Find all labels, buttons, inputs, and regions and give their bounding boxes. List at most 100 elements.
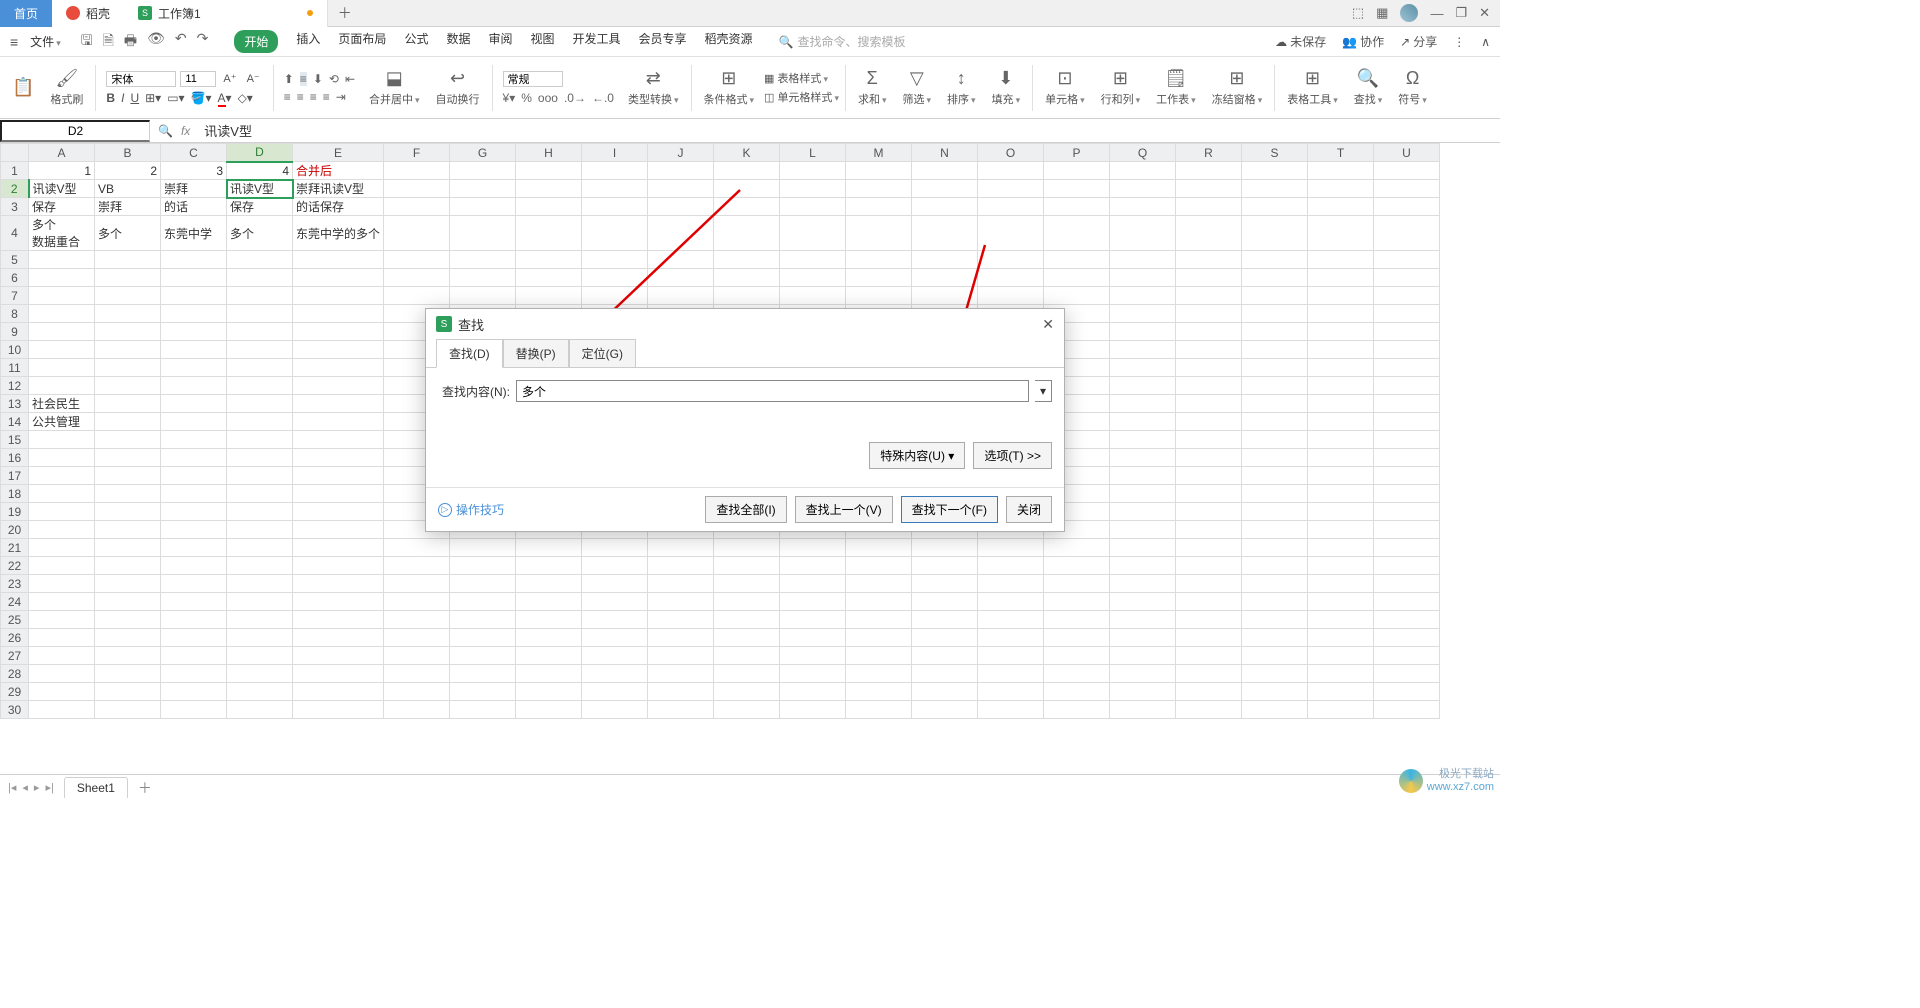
- cell-G22[interactable]: [450, 557, 516, 575]
- cell-F2[interactable]: [384, 180, 450, 198]
- increase-font-button[interactable]: A⁺: [220, 71, 239, 86]
- cell-D12[interactable]: [227, 377, 293, 395]
- cell-S12[interactable]: [1242, 377, 1308, 395]
- cell-D17[interactable]: [227, 467, 293, 485]
- cell-A24[interactable]: [29, 593, 95, 611]
- cell-O25[interactable]: [978, 611, 1044, 629]
- cell-Q27[interactable]: [1110, 647, 1176, 665]
- cell-Q17[interactable]: [1110, 467, 1176, 485]
- cell-I4[interactable]: [582, 216, 648, 251]
- cell-A30[interactable]: [29, 701, 95, 719]
- apps-icon[interactable]: ▦: [1376, 5, 1388, 21]
- cell-G24[interactable]: [450, 593, 516, 611]
- cell-A29[interactable]: [29, 683, 95, 701]
- fill-color-button[interactable]: 🪣▾: [191, 91, 212, 105]
- cell-B10[interactable]: [95, 341, 161, 359]
- cell-N4[interactable]: [912, 216, 978, 251]
- cell-T20[interactable]: [1308, 521, 1374, 539]
- cell-C7[interactable]: [161, 287, 227, 305]
- cell-B30[interactable]: [95, 701, 161, 719]
- cell-F25[interactable]: [384, 611, 450, 629]
- cell-B25[interactable]: [95, 611, 161, 629]
- cell-R17[interactable]: [1176, 467, 1242, 485]
- cell-B16[interactable]: [95, 449, 161, 467]
- cell-U5[interactable]: [1374, 251, 1440, 269]
- cell-M28[interactable]: [846, 665, 912, 683]
- cell-C27[interactable]: [161, 647, 227, 665]
- cell-B29[interactable]: [95, 683, 161, 701]
- cell-F4[interactable]: [384, 216, 450, 251]
- sheet-nav-last[interactable]: ▸|: [45, 781, 53, 794]
- cell-B2[interactable]: VB: [95, 180, 161, 198]
- cell-S7[interactable]: [1242, 287, 1308, 305]
- cell-A13[interactable]: 社会民生: [29, 395, 95, 413]
- cell-S3[interactable]: [1242, 198, 1308, 216]
- table-tools-button[interactable]: ⊞表格工具: [1281, 57, 1344, 118]
- ribbon-tab-view[interactable]: 视图: [530, 30, 554, 53]
- cell-D24[interactable]: [227, 593, 293, 611]
- cell-A23[interactable]: [29, 575, 95, 593]
- cell-R29[interactable]: [1176, 683, 1242, 701]
- cell-R28[interactable]: [1176, 665, 1242, 683]
- cell-F1[interactable]: [384, 162, 450, 180]
- cell-J25[interactable]: [648, 611, 714, 629]
- cell-U20[interactable]: [1374, 521, 1440, 539]
- cell-T1[interactable]: [1308, 162, 1374, 180]
- cell-I1[interactable]: [582, 162, 648, 180]
- cell-U15[interactable]: [1374, 431, 1440, 449]
- cell-U3[interactable]: [1374, 198, 1440, 216]
- cell-Q30[interactable]: [1110, 701, 1176, 719]
- cell-T9[interactable]: [1308, 323, 1374, 341]
- cell-E30[interactable]: [293, 701, 384, 719]
- cell-H23[interactable]: [516, 575, 582, 593]
- cell-C19[interactable]: [161, 503, 227, 521]
- cell-N7[interactable]: [912, 287, 978, 305]
- cell-H4[interactable]: [516, 216, 582, 251]
- cell-S22[interactable]: [1242, 557, 1308, 575]
- cell-B27[interactable]: [95, 647, 161, 665]
- cell-B9[interactable]: [95, 323, 161, 341]
- cell-L2[interactable]: [780, 180, 846, 198]
- cell-C2[interactable]: 崇拜: [161, 180, 227, 198]
- cell-I30[interactable]: [582, 701, 648, 719]
- cell-H3[interactable]: [516, 198, 582, 216]
- cell-U2[interactable]: [1374, 180, 1440, 198]
- unsaved-button[interactable]: ☁未保存: [1275, 33, 1326, 50]
- cell-B1[interactable]: 2: [95, 162, 161, 180]
- cell-S28[interactable]: [1242, 665, 1308, 683]
- cell-K25[interactable]: [714, 611, 780, 629]
- dialog-tab-replace[interactable]: 替换(P): [503, 339, 569, 368]
- cell-U1[interactable]: [1374, 162, 1440, 180]
- sheet-nav-next[interactable]: ▸: [34, 781, 40, 794]
- cell-D30[interactable]: [227, 701, 293, 719]
- wrap-button[interactable]: ↩ 自动换行: [430, 57, 486, 118]
- cell-T27[interactable]: [1308, 647, 1374, 665]
- cond-format-button[interactable]: ⊞ 条件格式: [698, 57, 761, 118]
- cell-M4[interactable]: [846, 216, 912, 251]
- cell-G27[interactable]: [450, 647, 516, 665]
- cell-N3[interactable]: [912, 198, 978, 216]
- cell-A27[interactable]: [29, 647, 95, 665]
- cell-J6[interactable]: [648, 269, 714, 287]
- cell-T30[interactable]: [1308, 701, 1374, 719]
- cell-D14[interactable]: [227, 413, 293, 431]
- cell-L7[interactable]: [780, 287, 846, 305]
- cell-C30[interactable]: [161, 701, 227, 719]
- cell-Q10[interactable]: [1110, 341, 1176, 359]
- cell-T4[interactable]: [1308, 216, 1374, 251]
- cell-S21[interactable]: [1242, 539, 1308, 557]
- cell-E24[interactable]: [293, 593, 384, 611]
- rowcol-button[interactable]: ⊞行和列: [1095, 57, 1147, 118]
- currency-button[interactable]: ¥▾: [503, 91, 516, 105]
- cell-R20[interactable]: [1176, 521, 1242, 539]
- ribbon-tab-resource[interactable]: 稻壳资源: [705, 30, 753, 53]
- cell-I26[interactable]: [582, 629, 648, 647]
- cell-O3[interactable]: [978, 198, 1044, 216]
- find-dropdown-icon[interactable]: ▾: [1035, 380, 1052, 402]
- cell-I21[interactable]: [582, 539, 648, 557]
- cell-F3[interactable]: [384, 198, 450, 216]
- cell-O27[interactable]: [978, 647, 1044, 665]
- hamburger-icon[interactable]: ≡: [10, 34, 18, 50]
- cell-M6[interactable]: [846, 269, 912, 287]
- format-brush-button[interactable]: 🖌 格式刷: [44, 57, 89, 118]
